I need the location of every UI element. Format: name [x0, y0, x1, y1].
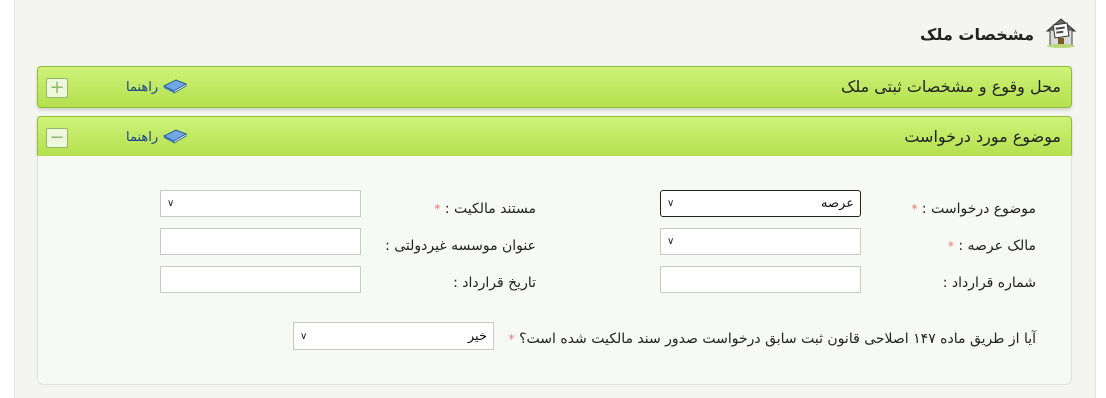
collapse-toggle[interactable]: − — [46, 128, 68, 148]
help-link[interactable]: راهنما — [126, 127, 188, 147]
article147-select[interactable]: ∨ خیر — [293, 322, 494, 350]
page-header: مشخصات ملک — [920, 14, 1078, 54]
request-subject-label: موضوع درخواست : * — [911, 201, 1036, 217]
section-request-title: موضوع مورد درخواست — [904, 127, 1061, 146]
land-owner-select[interactable]: ∨ — [660, 228, 861, 255]
book-icon — [162, 76, 188, 98]
required-star: * — [434, 202, 441, 216]
contract-number-label: شماره قرارداد : — [942, 275, 1036, 291]
request-subject-select[interactable]: ∨ عرصه — [660, 190, 861, 217]
section-request-bar[interactable]: موضوع مورد درخواست راهنما − — [37, 116, 1072, 158]
ngo-title-label: عنوان موسسه غیردولتی : — [385, 238, 536, 254]
required-star: * — [508, 332, 515, 346]
chevron-down-icon: ∨ — [667, 198, 675, 209]
section-location-title: محل وقوع و مشخصات ثبتی ملک — [841, 77, 1061, 96]
house-document-icon — [1044, 15, 1078, 53]
contract-date-label: تاریخ قرارداد : — [453, 275, 536, 291]
ownership-document-label: مستند مالکیت : * — [434, 201, 536, 217]
ngo-title-input[interactable] — [160, 228, 361, 255]
help-link[interactable]: راهنما — [126, 77, 188, 97]
expand-toggle[interactable]: + — [46, 78, 68, 98]
chevron-down-icon: ∨ — [167, 198, 175, 209]
help-link-label: راهنما — [126, 79, 159, 95]
chevron-down-icon: ∨ — [667, 236, 675, 247]
required-star: * — [911, 202, 918, 216]
article147-question-label: آیا از طریق ماده ۱۴۷ اصلاحی قانون ثبت سا… — [508, 331, 1036, 347]
required-star: * — [947, 239, 954, 253]
contract-number-input[interactable] — [660, 266, 861, 293]
land-owner-label: مالک عرصه : * — [947, 238, 1036, 254]
help-link-label: راهنما — [126, 129, 159, 145]
page-title: مشخصات ملک — [920, 24, 1034, 44]
contract-date-input[interactable] — [160, 266, 361, 293]
chevron-down-icon: ∨ — [300, 330, 308, 342]
section-location-bar[interactable]: محل وقوع و مشخصات ثبتی ملک راهنما + — [37, 66, 1072, 108]
ownership-document-select[interactable]: ∨ — [160, 190, 361, 217]
book-icon — [162, 126, 188, 148]
